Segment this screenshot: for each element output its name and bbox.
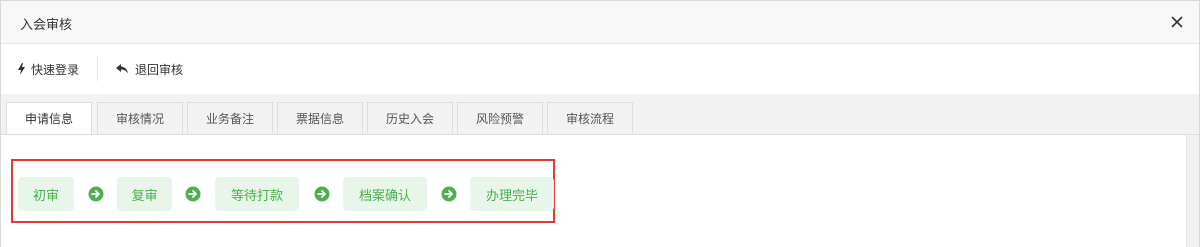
flow-step: 初审 xyxy=(18,177,74,211)
dialog-title-bar: 入会审核 xyxy=(1,1,1199,44)
review-dialog: 入会审核 快速登录 退回审核 申请信息 审核情况 业务备注 票据信息 历史入会 … xyxy=(0,0,1200,247)
flow-step-label: 等待打款 xyxy=(230,188,283,204)
arrow-right-circle-icon xyxy=(441,186,457,202)
reply-icon xyxy=(116,64,128,74)
dialog-title: 入会审核 xyxy=(20,18,73,33)
close-icon[interactable] xyxy=(1167,12,1187,32)
arrow-right-circle-icon xyxy=(88,186,104,202)
return-review-button[interactable]: 退回审核 xyxy=(115,59,183,79)
tab-label: 风险预警 xyxy=(475,111,524,126)
tab-label: 票据信息 xyxy=(295,111,344,126)
tab-invoice-info[interactable]: 票据信息 xyxy=(277,102,363,133)
return-review-label: 退回审核 xyxy=(135,62,184,77)
arrow-right-circle-icon xyxy=(185,186,201,202)
tab-review-process[interactable]: 审核流程 xyxy=(547,102,633,133)
tab-bar: 申请信息 审核情况 业务备注 票据信息 历史入会 风险预警 审核流程 xyxy=(1,94,1199,135)
flow-step-label: 档案确认 xyxy=(358,188,411,204)
process-flow: 初审 复审 等待打款 档案确认 办理完毕 xyxy=(11,159,555,223)
toolbar: 快速登录 退回审核 xyxy=(1,44,1199,94)
bolt-icon xyxy=(18,63,25,75)
toolbar-divider xyxy=(97,57,98,81)
quick-login-label: 快速登录 xyxy=(31,62,80,77)
tab-content: 初审 复审 等待打款 档案确认 办理完毕 xyxy=(1,135,1187,247)
flow-step: 办理完毕 xyxy=(470,177,554,211)
tab-label: 业务备注 xyxy=(205,111,254,126)
quick-login-button[interactable]: 快速登录 xyxy=(18,59,79,79)
tab-label: 申请信息 xyxy=(24,112,73,126)
flow-step-label: 办理完毕 xyxy=(485,188,538,204)
tab-business-notes[interactable]: 业务备注 xyxy=(187,102,273,133)
flow-step: 复审 xyxy=(117,177,172,211)
flow-step: 等待打款 xyxy=(215,177,299,211)
flow-step-label: 初审 xyxy=(32,188,59,204)
tab-application-info[interactable]: 申请信息 xyxy=(6,102,92,134)
tab-history-membership[interactable]: 历史入会 xyxy=(367,102,453,133)
flow-step-label: 复审 xyxy=(131,188,158,204)
tab-review-status[interactable]: 审核情况 xyxy=(97,102,183,133)
tab-label: 历史入会 xyxy=(385,111,434,126)
vertical-scrollbar[interactable] xyxy=(1186,135,1199,247)
tab-label: 审核流程 xyxy=(565,111,614,126)
arrow-right-circle-icon xyxy=(314,186,330,202)
tab-label: 审核情况 xyxy=(115,111,164,126)
tab-risk-alert[interactable]: 风险预警 xyxy=(457,102,543,133)
flow-step: 档案确认 xyxy=(343,177,427,211)
